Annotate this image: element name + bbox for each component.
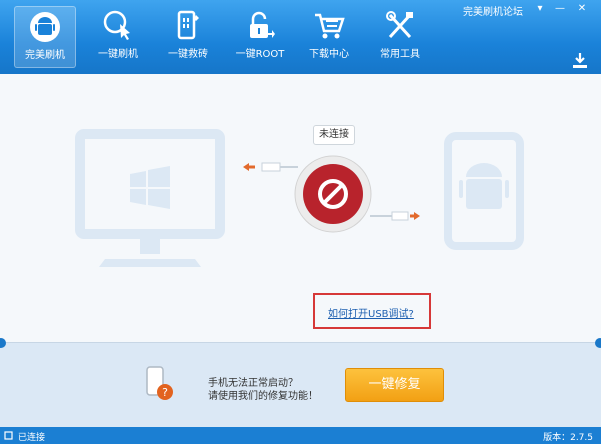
status-bar: 已连接 版本：2.7.5 bbox=[0, 427, 601, 444]
nav-label: 下载中心 bbox=[309, 49, 349, 60]
download-icon[interactable] bbox=[571, 52, 589, 70]
one-click-repair-button[interactable]: 一键修复 bbox=[345, 368, 444, 402]
top-toolbar: 完美刷机论坛 ▾ — ✕ 完美刷机 一键刷机 一键救砖 一键ROOT 下载中心 … bbox=[0, 0, 601, 74]
shopping-cart-icon bbox=[315, 13, 345, 39]
computer-monitor-icon bbox=[75, 129, 225, 267]
nav-unbrick[interactable]: 一键救砖 bbox=[157, 6, 219, 68]
repair-message-line2: 请使用我们的修复功能！ bbox=[208, 391, 318, 402]
tools-icon bbox=[386, 11, 413, 39]
nav-label: 一键ROOT bbox=[235, 49, 285, 60]
svg-text:?: ? bbox=[162, 386, 168, 399]
version-label: 版本：2.7.5 bbox=[543, 433, 593, 443]
unlock-icon bbox=[250, 11, 275, 38]
touch-refresh-icon bbox=[103, 10, 130, 40]
usb-cable-left-icon bbox=[243, 162, 298, 172]
connection-status-text: 已连接 bbox=[18, 433, 46, 443]
menu-icon[interactable]: ▾ bbox=[530, 2, 550, 16]
nav-label: 一键救砖 bbox=[168, 49, 208, 60]
connection-illustration bbox=[75, 129, 524, 267]
connection-status-icon bbox=[4, 431, 13, 440]
nav-label: 完美刷机 bbox=[25, 50, 65, 61]
disconnected-icon bbox=[294, 155, 372, 233]
close-icon[interactable]: ✕ bbox=[571, 2, 593, 16]
divider-handle-right bbox=[595, 338, 601, 348]
android-phone-icon bbox=[444, 132, 524, 250]
nav-root[interactable]: 一键ROOT bbox=[229, 6, 291, 68]
nav-label: 一键刷机 bbox=[98, 49, 138, 60]
android-robot-icon bbox=[30, 12, 60, 42]
phone-wrench-icon bbox=[177, 10, 199, 40]
phone-question-icon: ? bbox=[146, 366, 173, 400]
connection-status-label: 未连接 bbox=[313, 125, 355, 145]
forum-link[interactable]: 完美刷机论坛 bbox=[463, 3, 523, 18]
minimize-icon[interactable]: — bbox=[550, 2, 570, 16]
nav-perfect-flash[interactable]: 完美刷机 bbox=[14, 6, 76, 68]
usb-cable-right-icon bbox=[370, 211, 420, 221]
nav-label: 常用工具 bbox=[380, 49, 420, 60]
nav-download-center[interactable]: 下载中心 bbox=[298, 6, 360, 68]
nav-one-click-flash[interactable]: 一键刷机 bbox=[87, 6, 149, 68]
repair-panel bbox=[0, 342, 601, 427]
usb-debug-help-link[interactable]: 如何打开USB调试? bbox=[328, 305, 414, 320]
nav-common-tools[interactable]: 常用工具 bbox=[369, 6, 431, 68]
